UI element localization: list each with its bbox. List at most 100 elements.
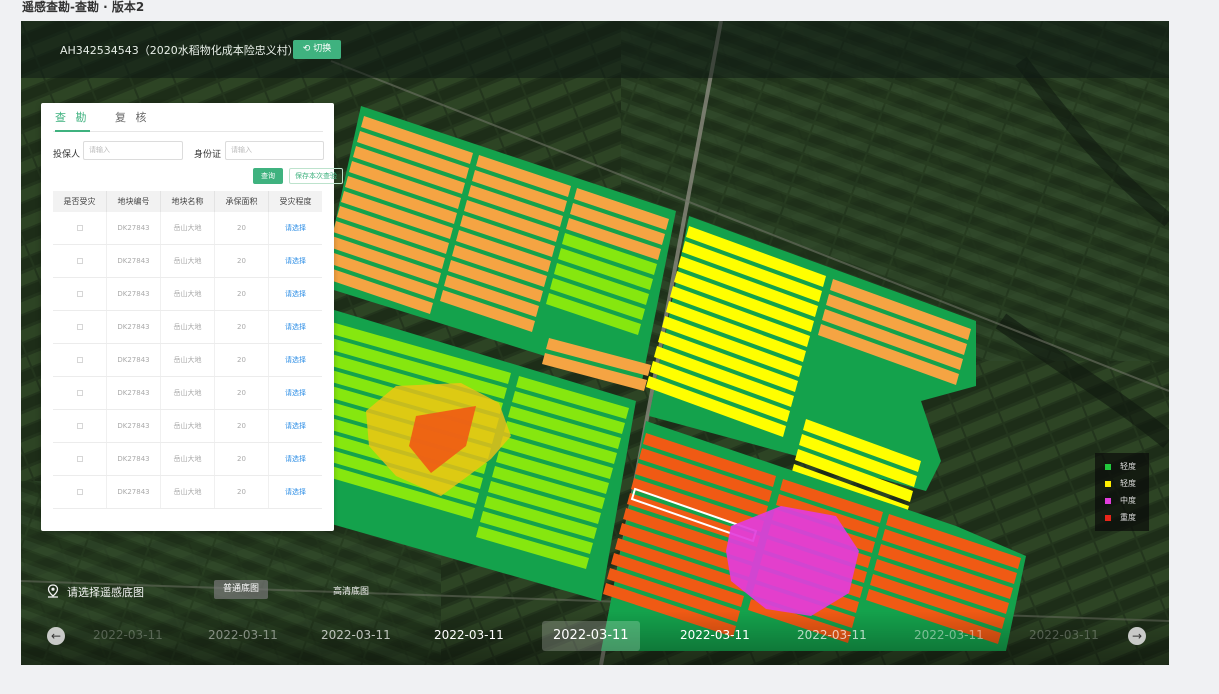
legend-swatch	[1105, 497, 1111, 504]
severity-select[interactable]: 请选择	[269, 278, 322, 310]
severity-select[interactable]: 请选择	[269, 344, 322, 376]
damaged-checkbox[interactable]	[76, 456, 83, 462]
plot-code: DK27843	[107, 245, 161, 277]
plot-area: 20	[215, 443, 269, 475]
legend-label: 重度	[1120, 513, 1136, 522]
table-row: DK27843 岳山大地 20 请选择	[53, 443, 322, 476]
timeline-date[interactable]: 2022-03-11	[797, 628, 867, 642]
refresh-icon: ⟲	[302, 44, 311, 54]
legend-swatch	[1105, 514, 1111, 521]
col-plot-name: 地块名称	[161, 191, 215, 212]
legend-item: 重度	[1105, 509, 1149, 526]
damaged-checkbox[interactable]	[76, 423, 83, 429]
insured-input[interactable]: 请输入	[83, 141, 183, 160]
plot-name: 岳山大地	[161, 278, 215, 310]
table-row: DK27843 岳山大地 20 请选择	[53, 212, 322, 245]
panel-tabs: 查 勘 复 核	[53, 109, 323, 132]
plot-name: 岳山大地	[161, 344, 215, 376]
severity-select[interactable]: 请选择	[269, 212, 322, 244]
plot-code: DK27843	[107, 212, 161, 244]
remote-sensing-map[interactable]: AH342534543（2020水稻物化成本险忠义村） ⟲ 切换 查 勘 复 核…	[21, 21, 1169, 665]
tab-review[interactable]: 复 核	[115, 109, 150, 127]
switch-button[interactable]: ⟲ 切换	[293, 40, 341, 59]
plot-name: 岳山大地	[161, 245, 215, 277]
plot-code: DK27843	[107, 278, 161, 310]
severity-select[interactable]: 请选择	[269, 311, 322, 343]
insured-label: 投保人	[53, 150, 81, 160]
plot-area: 20	[215, 245, 269, 277]
plot-name: 岳山大地	[161, 476, 215, 508]
farm-title: AH342534543（2020水稻物化成本险忠义村）	[60, 44, 299, 57]
table-row: DK27843 岳山大地 20 请选择	[53, 278, 322, 311]
table-row: DK27843 岳山大地 20 请选择	[53, 377, 322, 410]
legend-swatch	[1105, 480, 1111, 487]
timeline-date[interactable]: 2022-03-11	[680, 628, 750, 642]
table-row: DK27843 岳山大地 20 请选择	[53, 476, 322, 509]
table-row: DK27843 岳山大地 20 请选择	[53, 344, 322, 377]
basemap-label: 请选择遥感底图	[67, 586, 144, 599]
plot-name: 岳山大地	[161, 212, 215, 244]
plot-code: DK27843	[107, 344, 161, 376]
timeline-date[interactable]: 2022-03-11	[914, 628, 984, 642]
plot-code: DK27843	[107, 443, 161, 475]
save-check-button[interactable]: 保存本次查验	[289, 168, 343, 184]
plot-area: 20	[215, 212, 269, 244]
legend-swatch	[1105, 463, 1111, 470]
plot-name: 岳山大地	[161, 410, 215, 442]
table-row: DK27843 岳山大地 20 请选择	[53, 311, 322, 344]
plot-code: DK27843	[107, 476, 161, 508]
plot-name: 岳山大地	[161, 311, 215, 343]
damaged-checkbox[interactable]	[76, 291, 83, 297]
legend-label: 中度	[1120, 496, 1136, 505]
plot-area: 20	[215, 410, 269, 442]
timeline-date[interactable]: 2022-03-11	[208, 628, 278, 642]
plot-name: 岳山大地	[161, 443, 215, 475]
legend-item: 轻度	[1105, 475, 1149, 492]
prev-arrow-icon[interactable]: ←	[47, 627, 65, 645]
legend-item: 中度	[1105, 492, 1149, 509]
damaged-checkbox[interactable]	[76, 390, 83, 396]
plot-code: DK27843	[107, 410, 161, 442]
timeline-date-selected[interactable]: 2022-03-11	[542, 621, 640, 651]
timeline-date[interactable]: 2022-03-11	[434, 628, 504, 642]
severity-select[interactable]: 请选择	[269, 377, 322, 409]
next-arrow-icon[interactable]: →	[1128, 627, 1146, 645]
col-damaged: 是否受灾	[53, 191, 107, 212]
table-header: 是否受灾 地块编号 地块名称 承保面积 受灾程度	[53, 191, 322, 212]
plot-area: 20	[215, 278, 269, 310]
damaged-checkbox[interactable]	[76, 324, 83, 330]
hd-basemap-button[interactable]: 高清底图	[333, 584, 369, 597]
severity-select[interactable]: 请选择	[269, 476, 322, 508]
switch-button-label: 切换	[313, 44, 332, 54]
timeline-date[interactable]: 2022-03-11	[321, 628, 391, 642]
severity-select[interactable]: 请选择	[269, 410, 322, 442]
plot-area: 20	[215, 311, 269, 343]
id-input[interactable]: 请输入	[225, 141, 324, 160]
table-row: DK27843 岳山大地 20 请选择	[53, 245, 322, 278]
legend-label: 轻度	[1120, 462, 1136, 471]
col-severity: 受灾程度	[279, 197, 312, 206]
plot-name: 岳山大地	[161, 377, 215, 409]
legend-item: 轻度	[1105, 458, 1149, 475]
map-pin-icon	[47, 584, 59, 598]
normal-basemap-button[interactable]: 普通底图	[214, 580, 268, 599]
query-button[interactable]: 查询	[253, 168, 283, 184]
plot-table: 是否受灾 地块编号 地块名称 承保面积 受灾程度 DK27843 岳山大地 20…	[53, 191, 322, 509]
timeline-date[interactable]: 2022-03-11	[93, 628, 163, 642]
damaged-checkbox[interactable]	[76, 357, 83, 363]
damaged-checkbox[interactable]	[76, 258, 83, 264]
plot-area: 20	[215, 476, 269, 508]
severity-select[interactable]: 请选择	[269, 443, 322, 475]
plot-code: DK27843	[107, 377, 161, 409]
basemap-selector: 请选择遥感底图 普通底图 高清底图	[21, 576, 1169, 606]
map-top-bar: AH342534543（2020水稻物化成本险忠义村） ⟲ 切换	[21, 21, 1169, 78]
col-area: 承保面积	[215, 191, 269, 212]
damaged-checkbox[interactable]	[76, 225, 83, 231]
plot-area: 20	[215, 344, 269, 376]
plot-code: DK27843	[107, 311, 161, 343]
tab-survey[interactable]: 查 勘	[55, 109, 90, 132]
severity-legend: 轻度 轻度 中度 重度	[1095, 453, 1149, 531]
timeline-date[interactable]: 2022-03-11	[1029, 628, 1099, 642]
severity-select[interactable]: 请选择	[269, 245, 322, 277]
damaged-checkbox[interactable]	[76, 489, 83, 495]
